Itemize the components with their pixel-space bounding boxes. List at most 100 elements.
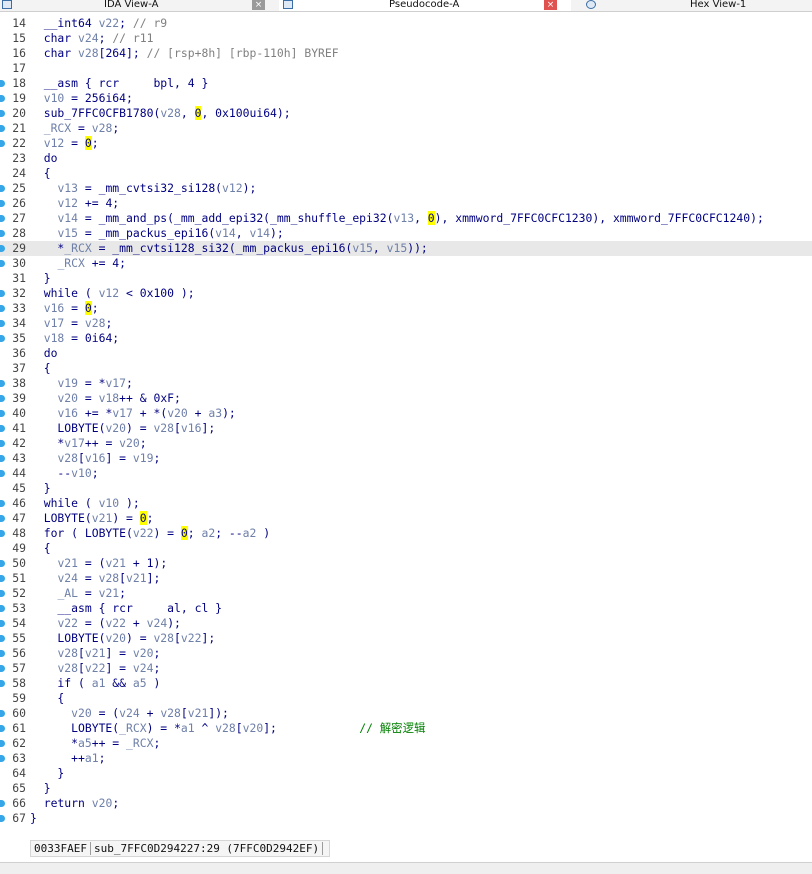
close-icon[interactable]: × xyxy=(252,0,265,10)
code-line[interactable]: 51 v24 = v28[v21]; xyxy=(0,571,812,586)
breakpoint-dot-icon[interactable] xyxy=(0,380,5,387)
pseudocode-editor[interactable]: 14 __int64 v22; // r9 15 char v24; // r11… xyxy=(0,12,812,834)
code-line[interactable]: 42 *v17++ = v20; xyxy=(0,436,812,451)
breakpoint-dot-icon[interactable] xyxy=(0,590,5,597)
breakpoint-dot-icon[interactable] xyxy=(0,560,5,567)
breakpoint-dot-icon[interactable] xyxy=(0,200,5,207)
breakpoint-dot-icon[interactable] xyxy=(0,395,5,402)
code-line[interactable]: 22 v12 = 0; xyxy=(0,136,812,151)
code-line[interactable]: 36 do xyxy=(0,346,812,361)
code-line[interactable]: 23 do xyxy=(0,151,812,166)
code-line[interactable]: 43 v28[v16] = v19; xyxy=(0,451,812,466)
breakpoint-dot-icon[interactable] xyxy=(0,410,5,417)
code-line[interactable]: 60 v20 = (v24 + v28[v21]); xyxy=(0,706,812,721)
code-line[interactable]: 66 return v20; xyxy=(0,796,812,811)
code-line[interactable]: 18 __asm { rcr bpl, 4 } xyxy=(0,76,812,91)
code-line[interactable]: 31 } xyxy=(0,271,812,286)
breakpoint-dot-icon[interactable] xyxy=(0,110,5,117)
breakpoint-dot-icon[interactable] xyxy=(0,125,5,132)
code-line[interactable]: 29 *_RCX = _mm_cvtsi128_si32(_mm_packus_… xyxy=(0,241,812,256)
breakpoint-dot-icon[interactable] xyxy=(0,620,5,627)
breakpoint-dot-icon[interactable] xyxy=(0,305,5,312)
code-line[interactable]: 37 { xyxy=(0,361,812,376)
code-line[interactable]: 14 __int64 v22; // r9 xyxy=(0,16,812,31)
breakpoint-dot-icon[interactable] xyxy=(0,605,5,612)
code-line[interactable]: 26 v12 += 4; xyxy=(0,196,812,211)
breakpoint-dot-icon[interactable] xyxy=(0,260,5,267)
code-line[interactable]: 15 char v24; // r11 xyxy=(0,31,812,46)
code-line[interactable]: 35 v18 = 0i64; xyxy=(0,331,812,346)
code-line[interactable]: 34 v17 = v28; xyxy=(0,316,812,331)
breakpoint-dot-icon[interactable] xyxy=(0,725,5,732)
code-line[interactable]: 54 v22 = (v22 + v24); xyxy=(0,616,812,631)
breakpoint-dot-icon[interactable] xyxy=(0,290,5,297)
tab-pseudocode-a[interactable]: Pseudocode-A × xyxy=(279,0,571,11)
code-line[interactable]: 30 _RCX += 4; xyxy=(0,256,812,271)
code-line[interactable]: 20 sub_7FFC0CFB1780(v28, 0, 0x100ui64); xyxy=(0,106,812,121)
code-line[interactable]: 46 while ( v10 ); xyxy=(0,496,812,511)
code-line[interactable]: 56 v28[v21] = v20; xyxy=(0,646,812,661)
breakpoint-dot-icon[interactable] xyxy=(0,455,5,462)
breakpoint-dot-icon[interactable] xyxy=(0,425,5,432)
code-line[interactable]: 19 v10 = 256i64; xyxy=(0,91,812,106)
tab-hex-view-1[interactable]: Hex View-1 xyxy=(580,0,812,11)
code-line[interactable]: 17 xyxy=(0,61,812,76)
breakpoint-dot-icon[interactable] xyxy=(0,530,5,537)
code-line[interactable]: 64 } xyxy=(0,766,812,781)
code-line[interactable]: 67} xyxy=(0,811,812,826)
code-line[interactable]: 33 v16 = 0; xyxy=(0,301,812,316)
code-line[interactable]: 24 { xyxy=(0,166,812,181)
code-line[interactable]: 49 { xyxy=(0,541,812,556)
breakpoint-dot-icon[interactable] xyxy=(0,500,5,507)
breakpoint-dot-icon[interactable] xyxy=(0,815,5,822)
tab-ida-view-a[interactable]: IDA View-A × xyxy=(0,0,276,11)
code-line[interactable]: 55 LOBYTE(v20) = v28[v22]; xyxy=(0,631,812,646)
code-line[interactable]: 57 v28[v22] = v24; xyxy=(0,661,812,676)
breakpoint-dot-icon[interactable] xyxy=(0,800,5,807)
breakpoint-dot-icon[interactable] xyxy=(0,575,5,582)
breakpoint-dot-icon[interactable] xyxy=(0,95,5,102)
code-line[interactable]: 47 LOBYTE(v21) = 0; xyxy=(0,511,812,526)
code-line[interactable]: 45 } xyxy=(0,481,812,496)
code-line[interactable]: 65 } xyxy=(0,781,812,796)
breakpoint-dot-icon[interactable] xyxy=(0,740,5,747)
breakpoint-dot-icon[interactable] xyxy=(0,185,5,192)
code-line[interactable]: 27 v14 = _mm_and_ps(_mm_add_epi32(_mm_sh… xyxy=(0,211,812,226)
code-line[interactable]: 21 _RCX = v28; xyxy=(0,121,812,136)
breakpoint-dot-icon[interactable] xyxy=(0,635,5,642)
code-line[interactable]: 58 if ( a1 && a5 ) xyxy=(0,676,812,691)
breakpoint-dot-icon[interactable] xyxy=(0,230,5,237)
code-line[interactable]: 52 _AL = v21; xyxy=(0,586,812,601)
code-line[interactable]: 59 { xyxy=(0,691,812,706)
breakpoint-dot-icon[interactable] xyxy=(0,215,5,222)
code-line[interactable]: 53 __asm { rcr al, cl } xyxy=(0,601,812,616)
code-line[interactable]: 38 v19 = *v17; xyxy=(0,376,812,391)
code-line[interactable]: 48 for ( LOBYTE(v22) = 0; a2; --a2 ) xyxy=(0,526,812,541)
breakpoint-dot-icon[interactable] xyxy=(0,470,5,477)
code-line[interactable]: 61 LOBYTE(_RCX) = *a1 ^ v28[v20]; // 解密逻… xyxy=(0,721,812,736)
code-line[interactable]: 41 LOBYTE(v20) = v28[v16]; xyxy=(0,421,812,436)
code-line[interactable]: 39 v20 = v18++ & 0xF; xyxy=(0,391,812,406)
breakpoint-dot-icon[interactable] xyxy=(0,320,5,327)
breakpoint-dot-icon[interactable] xyxy=(0,650,5,657)
breakpoint-dot-icon[interactable] xyxy=(0,140,5,147)
breakpoint-dot-icon[interactable] xyxy=(0,680,5,687)
breakpoint-dot-icon[interactable] xyxy=(0,755,5,762)
code-line[interactable]: 40 v16 += *v17 + *(v20 + a3); xyxy=(0,406,812,421)
code-line[interactable]: 25 v13 = _mm_cvtsi32_si128(v12); xyxy=(0,181,812,196)
code-line[interactable]: 16 char v28[264]; // [rsp+8h] [rbp-110h]… xyxy=(0,46,812,61)
breakpoint-dot-icon[interactable] xyxy=(0,665,5,672)
code-line[interactable]: 50 v21 = (v21 + 1); xyxy=(0,556,812,571)
breakpoint-dot-icon[interactable] xyxy=(0,80,5,87)
breakpoint-dot-icon[interactable] xyxy=(0,515,5,522)
code-line[interactable]: 32 while ( v12 < 0x100 ); xyxy=(0,286,812,301)
code-line[interactable]: 44 --v10; xyxy=(0,466,812,481)
close-icon[interactable]: × xyxy=(544,0,557,10)
breakpoint-dot-icon[interactable] xyxy=(0,710,5,717)
code-line[interactable]: 63 ++a1; xyxy=(0,751,812,766)
breakpoint-dot-icon[interactable] xyxy=(0,440,5,447)
code-line[interactable]: 62 *a5++ = _RCX; xyxy=(0,736,812,751)
code-line[interactable]: 28 v15 = _mm_packus_epi16(v14, v14); xyxy=(0,226,812,241)
breakpoint-dot-icon[interactable] xyxy=(0,335,5,342)
breakpoint-dot-icon[interactable] xyxy=(0,245,5,252)
